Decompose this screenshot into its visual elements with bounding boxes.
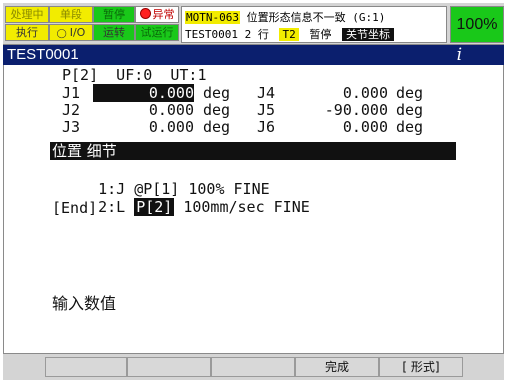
info-icon[interactable]: i: [457, 45, 462, 65]
alarm-text: 位置形态信息不一致 (G:1): [246, 11, 386, 24]
joint-value-j2[interactable]: 0.000: [93, 101, 194, 119]
done-button[interactable]: 完成: [295, 357, 379, 377]
f3-button[interactable]: [211, 357, 295, 377]
run-state: 暂停: [309, 28, 332, 41]
joint-unit-j6: deg: [396, 118, 424, 136]
speed-value: 100mm/sec: [183, 198, 265, 216]
coord-frame-badge: 关节坐标: [341, 28, 394, 41]
input-prompt: 输入数值: [52, 294, 117, 313]
line-number: 2: [244, 28, 252, 41]
joint-value-j6[interactable]: 0.000: [306, 118, 388, 136]
hold-lamp: 暂停: [93, 6, 135, 23]
joint-unit-j1: deg: [203, 84, 231, 102]
status-bar: 处理中 单段 暂停 异常 执行 ◯ I/O 运转 试运行 MOTN-063 位置形…: [3, 3, 504, 45]
f2-button[interactable]: [127, 357, 211, 377]
joint-label-j6: J6: [257, 118, 276, 136]
program-line[interactable]: 2:L P[2] 100mm/sec FINE: [80, 180, 310, 216]
motion-type: L: [116, 198, 126, 216]
program-title: TEST0001: [7, 46, 79, 63]
position-header: P[2] UF:0 UT:1: [62, 66, 207, 84]
step-lamp: 单段: [49, 6, 93, 23]
joint-unit-j5: deg: [396, 101, 424, 119]
busy-lamp: 处理中: [5, 6, 49, 23]
group-badge: T2: [279, 28, 299, 41]
speed-override: 100%: [450, 6, 504, 43]
line-number: 2:: [98, 198, 117, 216]
joint-value-j1[interactable]: 0.000: [93, 84, 194, 102]
joint-unit-j4: deg: [396, 84, 424, 102]
io-lamp: ◯ I/O: [49, 24, 93, 41]
section-header: 位置 细节: [50, 142, 456, 160]
end-marker: [End]: [52, 199, 98, 217]
io-icon: ◯: [56, 29, 67, 39]
prod-lamp: 运转: [93, 24, 135, 41]
alarm-code: MOTN-063: [185, 11, 240, 24]
f1-button[interactable]: [45, 357, 127, 377]
function-key-bar: 完成 [ 形式]: [3, 353, 504, 380]
joint-value-j5[interactable]: -90.000: [306, 101, 388, 119]
joint-unit-j3: deg: [203, 118, 231, 136]
fault-lamp: 异常: [135, 6, 179, 23]
termination-type: FINE: [273, 198, 310, 216]
joint-label-j3: J3: [62, 118, 81, 136]
line-unit: 行: [257, 28, 269, 41]
title-bar: TEST0001 i: [3, 45, 504, 65]
alarm-dot-icon: [139, 8, 151, 19]
joint-label-j1: J1: [62, 84, 81, 102]
joint-label-j5: J5: [257, 101, 276, 119]
joint-value-j3[interactable]: 0.000: [93, 118, 194, 136]
tcyc-lamp: 试运行: [135, 24, 179, 41]
alarm-message-box: MOTN-063 位置形态信息不一致 (G:1) TEST0001 2 行 T2…: [181, 6, 447, 43]
form-button[interactable]: [ 形式]: [379, 357, 463, 377]
joint-label-j2: J2: [62, 101, 81, 119]
joint-unit-j2: deg: [203, 101, 231, 119]
joint-value-j4[interactable]: 0.000: [306, 84, 388, 102]
run-lamp: 执行: [5, 24, 49, 41]
joint-label-j4: J4: [257, 84, 276, 102]
program-name: TEST0001: [185, 28, 238, 41]
position-ref[interactable]: P[2]: [134, 198, 175, 216]
